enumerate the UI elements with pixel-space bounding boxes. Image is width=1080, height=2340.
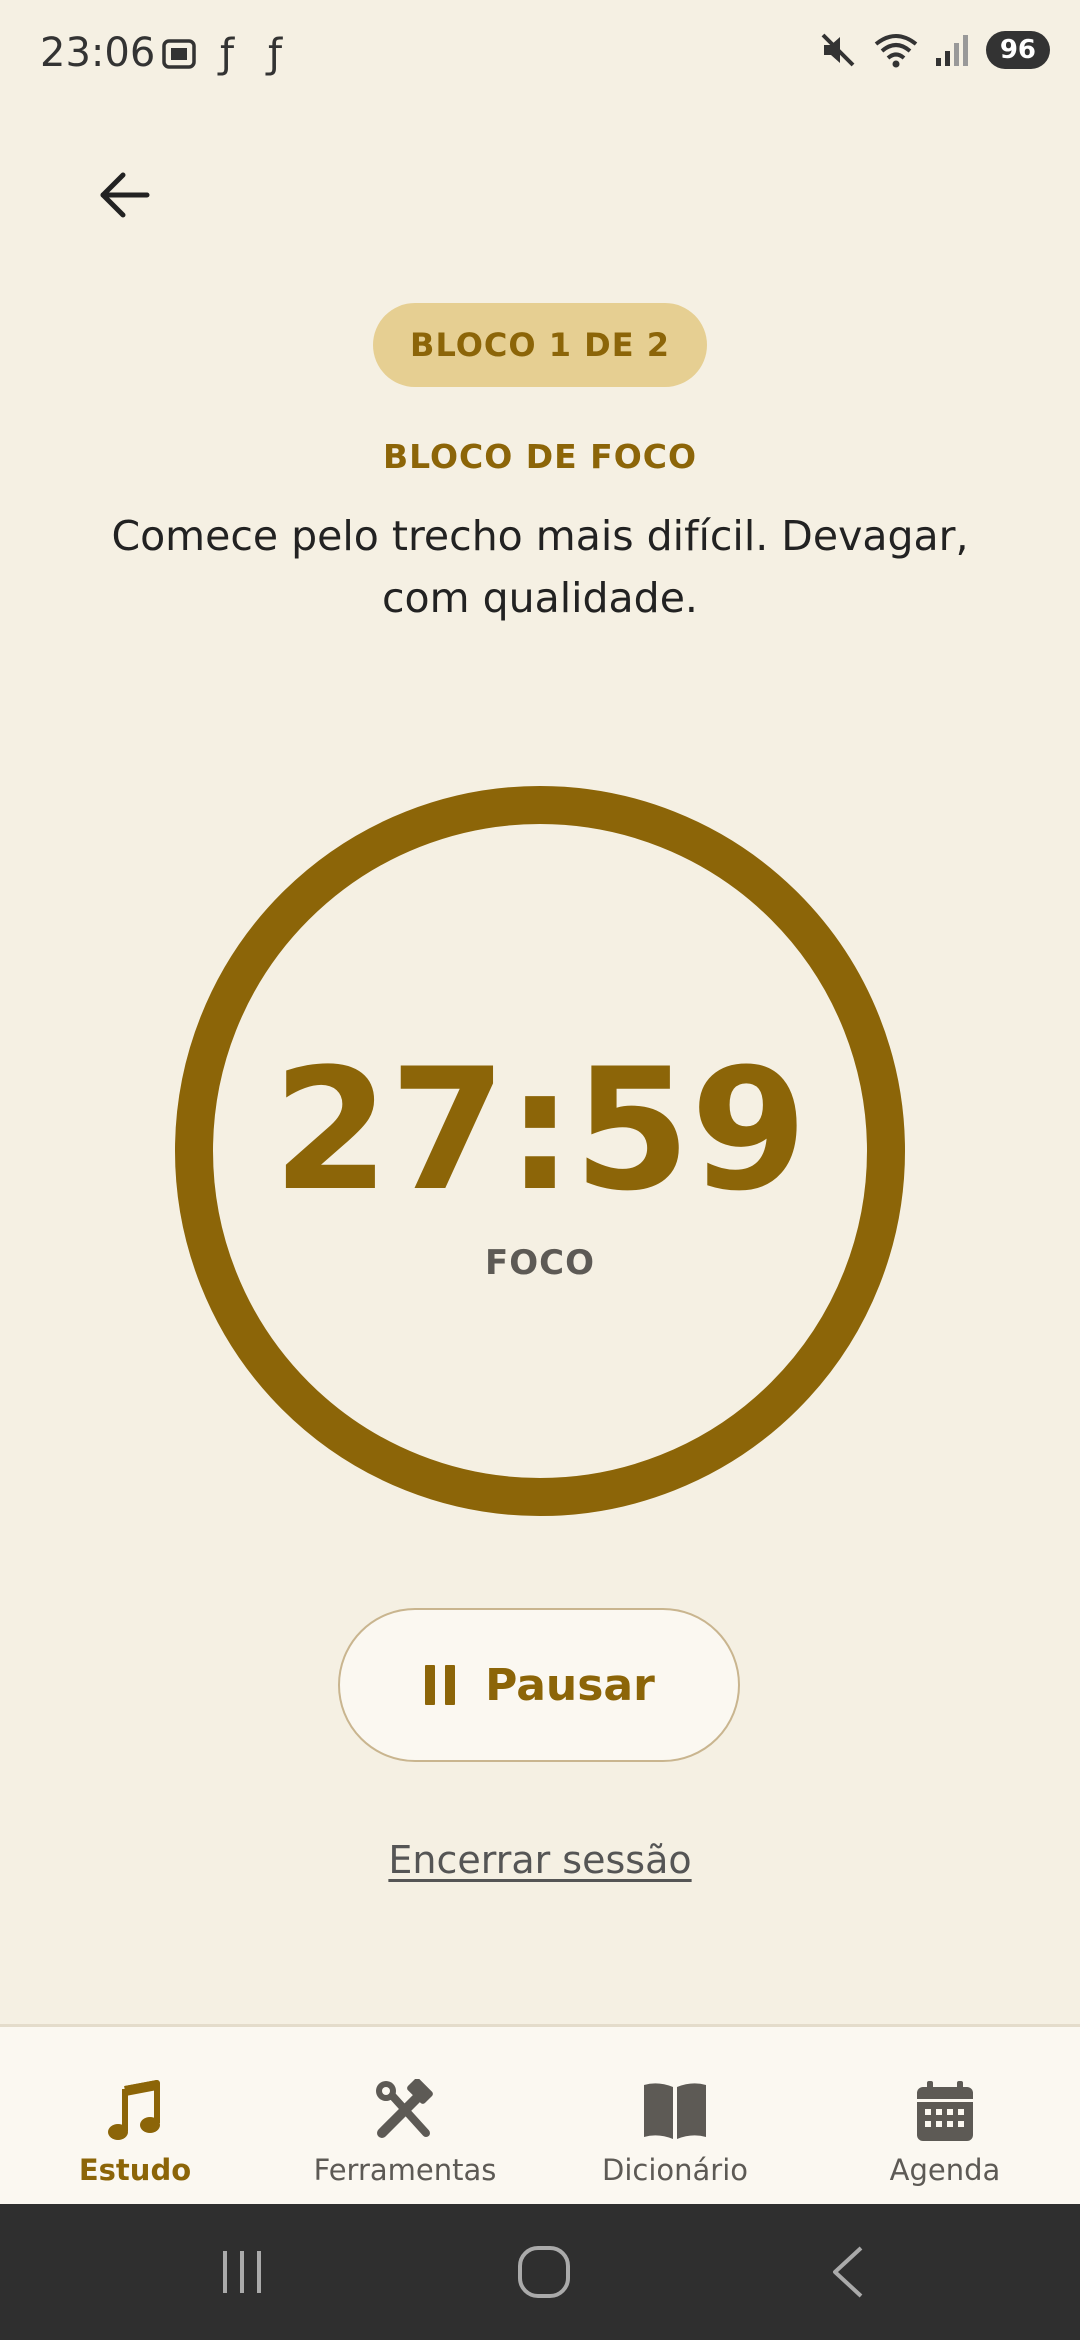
tools-icon xyxy=(376,2079,433,2138)
end-session-link[interactable]: Encerrar sessão xyxy=(0,1838,1080,1882)
nav-label-dicionario: Dicionário xyxy=(601,2153,748,2187)
app-f-icon: ƒ xyxy=(219,31,235,77)
status-time: 23:06 xyxy=(40,30,156,76)
arrow-left-icon xyxy=(100,172,150,218)
block-description: Comece pelo trecho mais difícil. Devagar… xyxy=(111,512,969,622)
back-nav-button[interactable] xyxy=(808,2238,888,2306)
nav-item-dicionario[interactable]: Dicionário xyxy=(540,2027,810,2207)
nav-item-estudo[interactable]: Estudo xyxy=(0,2027,270,2207)
recent-apps-button[interactable] xyxy=(202,2238,282,2306)
block-title: BLOCO DE FOCO xyxy=(382,437,698,476)
system-navigation-bar xyxy=(0,2204,1080,2340)
screenshot-icon xyxy=(162,39,196,69)
app-f-icon: ƒ xyxy=(267,31,283,77)
pause-icon xyxy=(425,1665,456,1705)
status-bar: 23:06 ƒ ƒ 96 xyxy=(0,0,1080,110)
chevron-left-icon xyxy=(833,2246,863,2298)
block-progress-badge: BLOCO 1 DE 2 xyxy=(373,303,707,387)
mute-icon xyxy=(821,33,855,67)
timer-value: 27:59 xyxy=(272,1032,808,1228)
book-icon xyxy=(644,2083,706,2139)
calendar-icon xyxy=(917,2081,973,2141)
nav-item-ferramentas[interactable]: Ferramentas xyxy=(270,2027,540,2207)
home-icon xyxy=(518,2246,570,2298)
back-button[interactable] xyxy=(80,150,170,240)
recent-apps-icon xyxy=(223,2251,261,2293)
signal-icon xyxy=(935,35,968,66)
wifi-icon xyxy=(874,34,918,68)
battery-badge: 96 xyxy=(985,31,1050,69)
pause-button[interactable]: Pausar xyxy=(338,1608,740,1762)
nav-item-agenda[interactable]: Agenda xyxy=(810,2027,1080,2207)
music-note-icon xyxy=(108,2080,160,2140)
nav-label-agenda: Agenda xyxy=(889,2153,1001,2187)
pause-label: Pausar xyxy=(485,1659,655,1711)
home-button[interactable] xyxy=(504,2238,584,2306)
status-system-icons: 96 xyxy=(818,30,1050,70)
nav-label-estudo: Estudo xyxy=(78,2153,192,2187)
timer-mode-label: FOCO xyxy=(485,1243,595,1283)
bottom-nav: Estudo Ferramentas Dicionário Agenda xyxy=(0,2024,1080,2207)
status-notification-icons: ƒ ƒ xyxy=(160,32,294,76)
nav-label-ferramentas: Ferramentas xyxy=(313,2153,497,2187)
